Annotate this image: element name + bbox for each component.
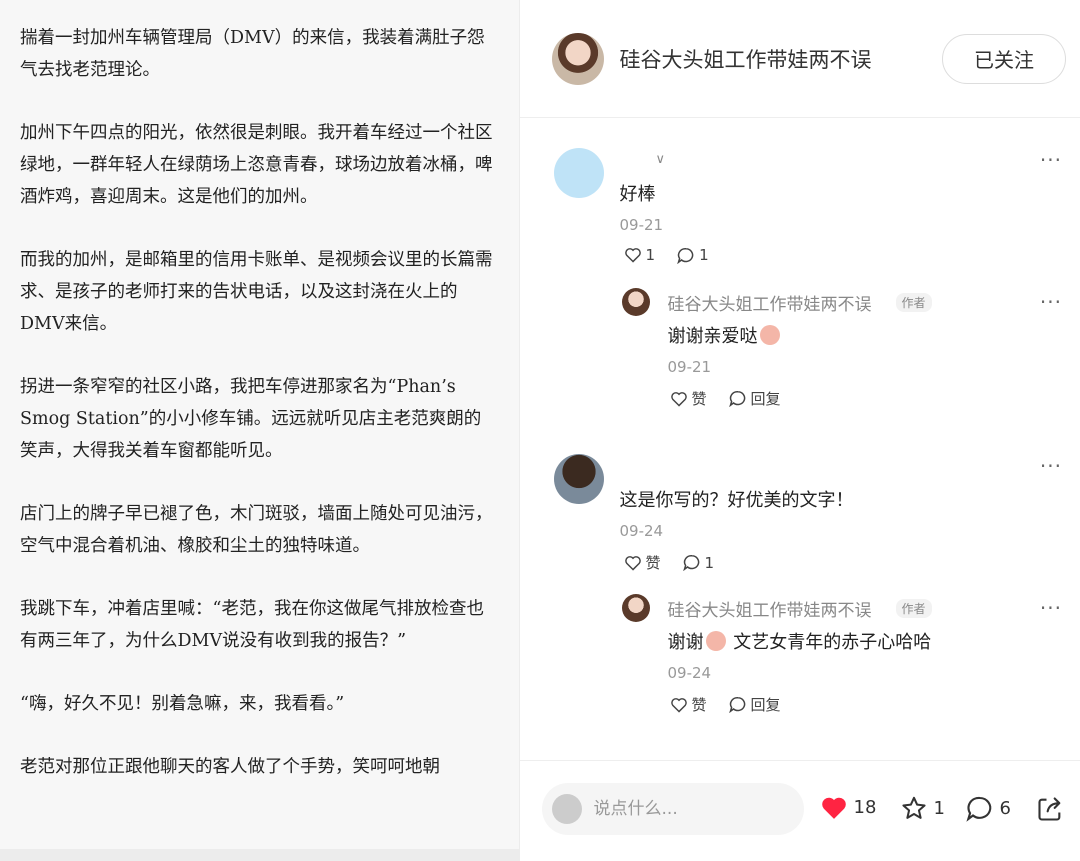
like-count: 1 [645,246,656,264]
comment-bubble-icon [965,796,991,822]
more-icon[interactable]: ··· [1040,148,1062,172]
comment-panel: 硅谷大头姐工作带娃两不误 已关注 ∨ ··· 好棒 09-21 1 1 硅谷大头… [519,0,1080,861]
blush-emoji-icon [759,325,780,345]
comment-text: 这是你写的？好优美的文字！ [619,490,854,511]
comment-date: 09-21 [619,216,664,234]
comment-bubble-icon [677,247,694,264]
reply-author-name[interactable]: 硅谷大头姐工作带娃两不误 [668,290,872,315]
share-icon [1037,797,1060,821]
reply-count-button[interactable]: 1 [677,246,709,264]
author-name[interactable]: 硅谷大头姐工作带娃两不误 [620,44,942,74]
reply-author-name[interactable]: 硅谷大头姐工作带娃两不误 [668,596,872,621]
reply-date: 09-24 [667,664,712,682]
follow-button[interactable]: 已关注 [942,33,1066,84]
article-paragraph: 加州下午四点的阳光，依然很是刺眼。我开着车经过一个社区绿地，一群年轻人在绿荫场上… [20,123,493,207]
heart-outline-icon [624,555,641,571]
reply-text: 谢谢亲爱哒 [668,322,782,348]
comment-date: 09-24 [619,522,664,540]
author-avatar[interactable] [551,32,604,85]
blush-emoji-icon [705,631,726,651]
comment-bubble-icon [728,696,745,713]
author-tag: 作者 [895,293,932,312]
comment-stat[interactable]: 6 [965,795,1011,822]
article-panel: 揣着一封加州车辆管理局（DMV）的来信，我装着满肚子怨气去找老范理论。 加州下午… [0,0,520,861]
reply-date: 09-21 [667,358,712,376]
article-paragraph: 我跳下车，冲着店里喊：“老范，我在你这做尾气排放检查也有两三年了，为什么DMV说… [20,599,484,651]
more-icon[interactable]: ··· [1040,290,1062,314]
reply-actions: 赞 回复 [670,694,803,715]
bottom-action-bar: 18 1 6 [519,760,1080,861]
commenter-avatar[interactable] [553,454,604,504]
article-paragraph: “嗨，好久不见！别着急嘛，来，我看看。” [20,694,345,714]
comment-actions: 赞 1 [624,552,737,573]
reply-actions: 赞 回复 [670,388,803,409]
commenter-name[interactable]: ∨ [656,152,666,167]
comment-input[interactable] [591,798,786,820]
heart-filled-icon [821,797,846,819]
article-paragraph: 老范对那位正跟他聊天的客人做了个手势，笑呵呵地朝 [20,757,440,777]
reply-count: 1 [699,246,709,264]
collect-total: 1 [933,798,945,819]
article-paragraph: 而我的加州，是邮箱里的信用卡账单、是视频会议里的长篇需求、是孩子的老师打来的告状… [20,250,493,334]
user-avatar [551,794,582,824]
like-total: 18 [853,797,877,818]
like-label: 赞 [645,554,661,572]
author-reply-avatar[interactable] [621,288,650,316]
heart-outline-icon [670,391,687,407]
author-header: 硅谷大头姐工作带娃两不误 已关注 [519,0,1080,118]
article-body: 揣着一封加州车辆管理局（DMV）的来信，我装着满肚子怨气去找老范理论。 加州下午… [0,0,519,783]
article-paragraph: 店门上的牌子早已褪了色，木门斑驳，墙面上随处可见油污，空气中混合着机油、橡胶和尘… [20,504,493,556]
like-button[interactable]: 赞 [670,388,707,409]
comment-text: 好棒 [619,184,656,205]
reply-count-button[interactable]: 1 [682,553,715,572]
heart-outline-icon [624,248,641,263]
article-paragraph: 拐进一条窄窄的社区小路，我把车停进那家名为“Phan’s Smog Statio… [20,377,482,461]
article-paragraph: 揣着一封加州车辆管理局（DMV）的来信，我装着满肚子怨气去找老范理论。 [20,28,485,80]
author-reply-avatar[interactable] [621,594,650,622]
comment-actions: 1 1 [624,246,731,264]
comment-input-pill[interactable] [541,783,804,835]
more-icon[interactable]: ··· [1040,454,1062,478]
comment-bubble-icon [682,554,699,571]
like-stat[interactable]: 18 [820,795,877,820]
image-scroll-indicator [0,849,519,861]
share-button[interactable] [1036,795,1070,823]
star-outline-icon [901,796,926,819]
reply-button[interactable]: 回复 [728,388,781,409]
like-button[interactable]: 赞 [624,552,661,573]
like-button[interactable]: 赞 [670,694,707,715]
reply-text: 谢谢 文艺女青年的赤子心哈哈 [667,631,932,653]
comment-bubble-icon [728,390,745,407]
author-tag: 作者 [895,599,932,618]
reply-count: 1 [704,553,715,572]
more-icon[interactable]: ··· [1040,596,1062,620]
commenter-avatar[interactable] [553,148,604,198]
heart-outline-icon [670,697,687,713]
collect-stat[interactable]: 1 [900,795,945,822]
reply-button[interactable]: 回复 [728,694,781,715]
comment-total: 6 [999,798,1011,819]
like-button[interactable]: 1 [624,246,656,264]
